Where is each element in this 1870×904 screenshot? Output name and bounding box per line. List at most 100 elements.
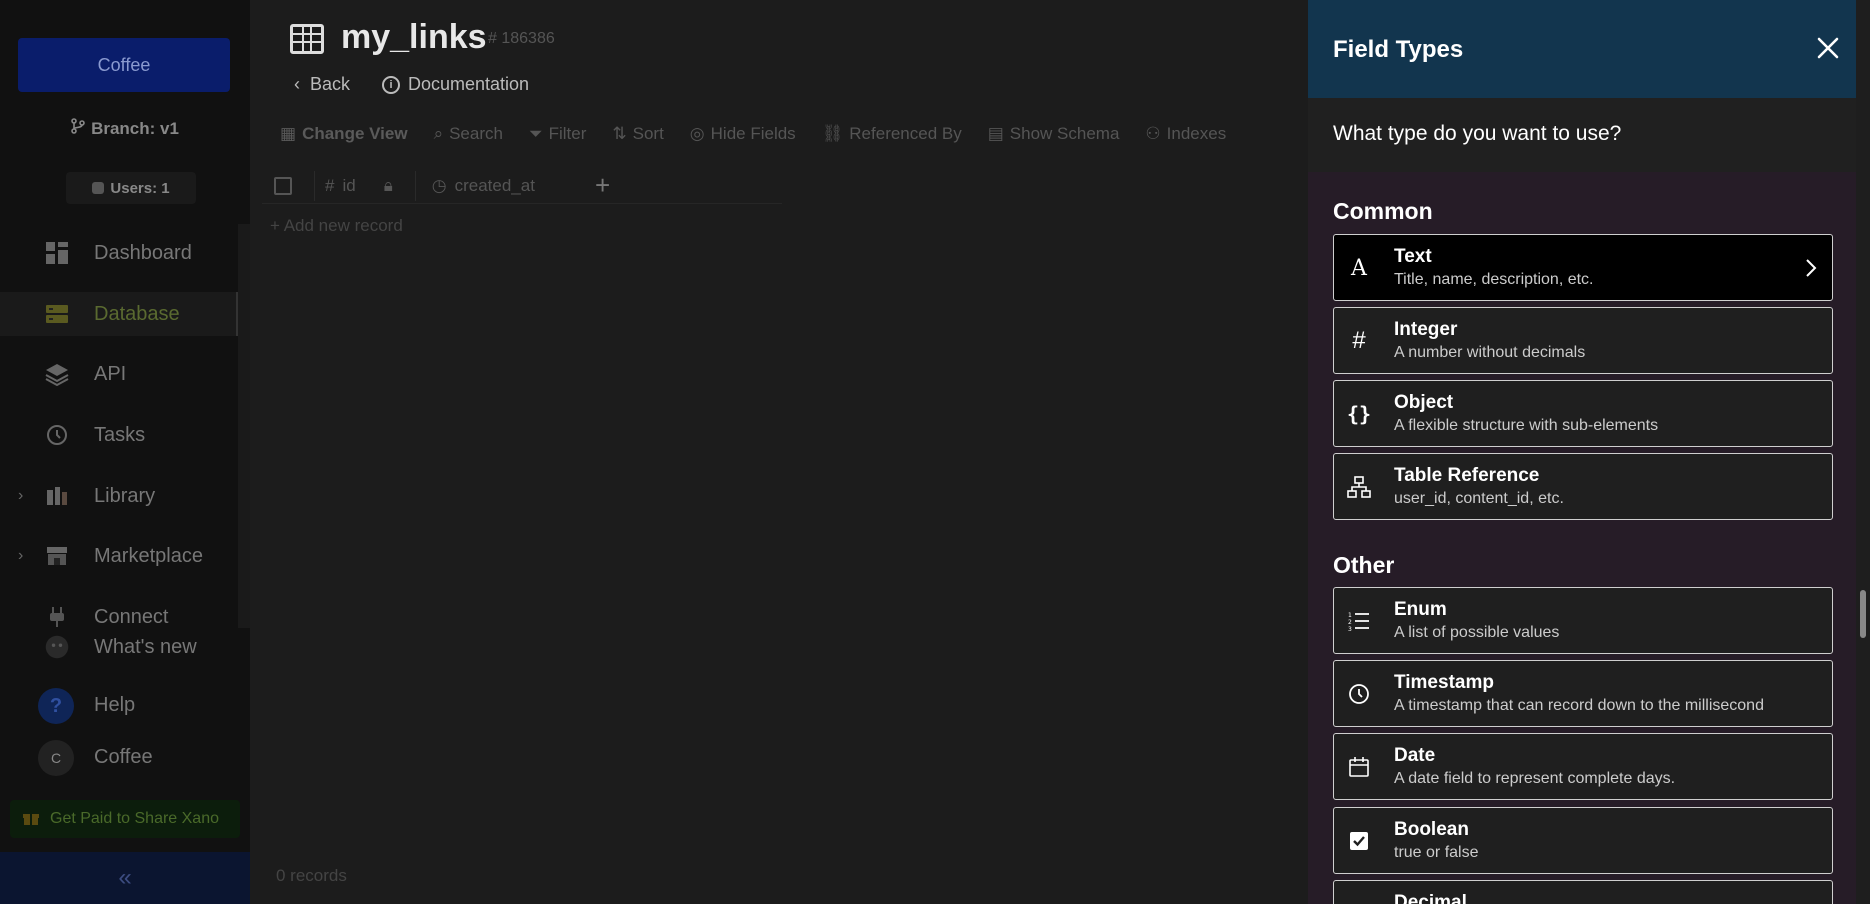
- clock-icon: [1346, 681, 1372, 707]
- toolbar-label: Indexes: [1166, 124, 1227, 143]
- column-label: created_at: [454, 175, 535, 195]
- collapse-sidebar-button[interactable]: «: [0, 852, 250, 904]
- help-link[interactable]: Help: [94, 694, 135, 717]
- sidebar-item-dashboard[interactable]: Dashboard: [0, 231, 250, 275]
- user-name[interactable]: Coffee: [94, 746, 153, 769]
- help-icon[interactable]: ?: [38, 688, 74, 724]
- field-type-name: Text: [1394, 246, 1432, 267]
- field-type-name: Decimal: [1394, 892, 1467, 904]
- users-label: Users: 1: [110, 179, 170, 197]
- sidebar-item-library[interactable]: › Library: [0, 474, 250, 518]
- add-record-button[interactable]: + Add new record: [270, 216, 403, 236]
- link-icon: ⛓: [821, 124, 844, 143]
- promo-label: Get Paid to Share Xano: [50, 810, 219, 827]
- workspace-label: Coffee: [97, 54, 151, 75]
- section-title-common: Common: [1333, 198, 1433, 224]
- sort-button[interactable]: ⇅ Sort: [612, 124, 663, 144]
- documentation-link[interactable]: i Documentation: [382, 74, 529, 95]
- toolbar-label: Hide Fields: [710, 124, 796, 143]
- field-type-table-reference[interactable]: Table Reference user_id, content_id, etc…: [1333, 453, 1833, 520]
- change-view-button[interactable]: ▦ Change View: [280, 124, 408, 144]
- svg-text:1: 1: [1348, 612, 1352, 619]
- close-icon: [1817, 37, 1839, 59]
- field-type-integer[interactable]: # Integer A number without decimals: [1333, 307, 1833, 374]
- hash-icon: #: [1352, 327, 1366, 354]
- field-type-decimal[interactable]: Decimal: [1333, 880, 1833, 904]
- column-id[interactable]: # id: [325, 176, 356, 196]
- users-badge[interactable]: Users: 1: [66, 172, 196, 204]
- toolbar-label: Search: [449, 124, 503, 143]
- field-type-date[interactable]: Date A date field to represent complete …: [1333, 733, 1833, 800]
- double-chevron-left-icon: «: [118, 864, 132, 891]
- field-type-text[interactable]: A Text Title, name, description, etc.: [1333, 234, 1833, 301]
- toolbar-label: Show Schema: [1009, 124, 1120, 143]
- sidebar-item-tasks[interactable]: Tasks: [0, 413, 250, 457]
- section-title-other: Other: [1333, 552, 1395, 578]
- select-all-checkbox[interactable]: [274, 176, 292, 195]
- search-button[interactable]: ⌕ Search: [434, 124, 503, 144]
- column-divider: [414, 170, 416, 201]
- workspace-button[interactable]: Coffee: [18, 38, 230, 92]
- filter-button[interactable]: ⏷ Filter: [529, 124, 586, 144]
- sidebar-item-label: What's new: [94, 635, 197, 658]
- field-type-object[interactable]: {} Object A flexible structure with sub-…: [1333, 380, 1833, 447]
- column-created-at[interactable]: ◷ created_at: [432, 176, 535, 196]
- column-divider: [314, 170, 315, 201]
- main-content: my_links # 186386 ‹ Back i Documentation …: [250, 0, 1308, 904]
- sidebar-item-whats-new[interactable]: What's new: [0, 625, 250, 669]
- field-type-enum[interactable]: 123 Enum A list of possible values: [1333, 587, 1833, 654]
- close-button[interactable]: [1808, 28, 1848, 68]
- sidebar-item-database[interactable]: Database: [0, 292, 250, 336]
- sidebar-item-marketplace[interactable]: › Marketplace: [0, 534, 250, 578]
- docs-label: Documentation: [408, 74, 530, 94]
- braces-icon: {}: [1346, 402, 1372, 426]
- tasks-clock-icon: [44, 422, 70, 448]
- avatar[interactable]: C: [38, 740, 74, 776]
- drawer-title: Field Types: [1333, 36, 1464, 63]
- field-type-boolean[interactable]: Boolean true or false: [1333, 807, 1833, 874]
- indexes-button[interactable]: ⚇ Indexes: [1145, 124, 1226, 144]
- field-type-name: Enum: [1394, 599, 1447, 620]
- toolbar-label: Referenced By: [849, 124, 962, 143]
- chevron-right-icon[interactable]: ›: [18, 487, 23, 505]
- scrollbar-thumb[interactable]: [1860, 590, 1866, 638]
- column-label: id: [342, 175, 356, 195]
- toolbar-label: Change View: [302, 124, 408, 143]
- promo-banner[interactable]: Get Paid to Share Xano: [10, 800, 240, 838]
- show-schema-button[interactable]: ▤ Show Schema: [988, 124, 1120, 144]
- referenced-by-button[interactable]: ⛓ Referenced By: [822, 124, 962, 144]
- field-type-name: Object: [1394, 392, 1454, 413]
- calendar-icon: [1346, 754, 1372, 780]
- search-icon: ⌕: [433, 124, 444, 143]
- info-icon: i: [382, 75, 400, 94]
- back-button[interactable]: ‹ Back: [294, 74, 350, 95]
- checkbox-icon: [1346, 828, 1372, 854]
- database-icon: [44, 301, 70, 327]
- sort-icon: ⇅: [612, 124, 627, 143]
- sidebar-item-label: Library: [94, 484, 156, 507]
- add-column-button[interactable]: +: [595, 170, 610, 201]
- gift-icon: [22, 808, 40, 831]
- drawer-question: What type do you want to use?: [1308, 98, 1870, 172]
- field-type-desc: Title, name, description, etc.: [1394, 271, 1594, 288]
- hide-fields-button[interactable]: ◎ Hide Fields: [690, 124, 796, 144]
- drawer-scrollbar[interactable]: [1856, 0, 1870, 904]
- filter-icon: ⏷: [528, 124, 543, 143]
- toolbar-label: Sort: [632, 124, 664, 143]
- indexes-icon: ⚇: [1145, 124, 1161, 143]
- api-layers-icon: [44, 361, 70, 387]
- drawer-header: Field Types: [1308, 0, 1870, 98]
- field-type-desc: A number without decimals: [1394, 344, 1586, 361]
- branch-label: Branch: v1: [91, 119, 179, 138]
- grid-icon: ▦: [280, 124, 297, 143]
- list-icon: 123: [1346, 608, 1372, 634]
- field-type-name: Integer: [1394, 319, 1458, 340]
- record-count: 0 records: [276, 866, 347, 885]
- chevron-right-icon[interactable]: ›: [18, 547, 23, 565]
- toolbar-label: Filter: [548, 124, 587, 143]
- sidebar-item-api[interactable]: API: [0, 352, 250, 396]
- sidebar-item-label: Tasks: [94, 423, 146, 446]
- field-type-timestamp[interactable]: Timestamp A timestamp that can record do…: [1333, 660, 1833, 727]
- branch-selector[interactable]: Branch: v1: [0, 118, 250, 139]
- hash-icon: #: [325, 175, 335, 195]
